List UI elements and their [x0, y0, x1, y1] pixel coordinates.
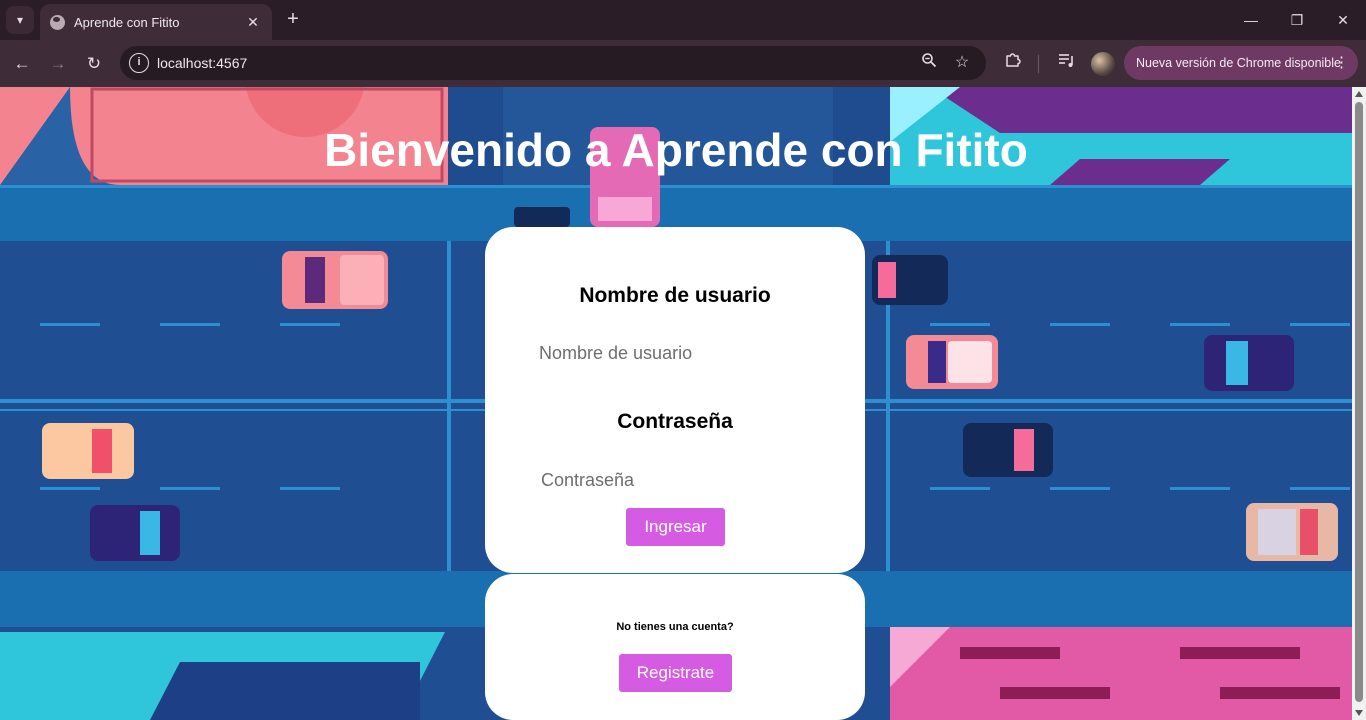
close-tab-icon[interactable]: ✕ — [244, 14, 262, 31]
tab-search-chevron-icon[interactable]: ▾ — [6, 6, 34, 34]
browser-tab[interactable]: Aprende con Fitito ✕ — [40, 4, 272, 40]
page-scrollbar[interactable] — [1352, 87, 1366, 720]
more-menu-icon[interactable]: ⋮ — [1334, 53, 1349, 71]
restore-icon[interactable]: ❐ — [1282, 8, 1312, 32]
chrome-update-button[interactable]: Nueva versión de Chrome disponible ⋮ — [1124, 46, 1358, 80]
username-label: Nombre de usuario — [579, 284, 771, 307]
extensions-puzzle-icon[interactable] — [999, 51, 1025, 77]
password-label: Contraseña — [617, 410, 733, 433]
login-button[interactable]: Ingresar — [626, 508, 725, 546]
register-button[interactable]: Registrate — [619, 654, 732, 692]
bookmark-star-icon[interactable]: ☆ — [951, 52, 973, 74]
register-prompt: No tienes una cuenta? — [616, 621, 734, 633]
browser-toolbar: ← → ↻ i localhost:4567 ☆ Nueva versión d… — [0, 40, 1366, 87]
tab-title: Aprende con Fitito — [74, 14, 180, 30]
globe-icon — [50, 14, 65, 30]
window-close-icon[interactable]: ✕ — [1328, 8, 1358, 32]
address-bar[interactable]: i localhost:4567 ☆ — [120, 46, 986, 80]
zoom-icon[interactable] — [918, 52, 940, 74]
scroll-thumb[interactable] — [1355, 102, 1363, 702]
media-controls-icon[interactable] — [1053, 51, 1079, 77]
back-arrow-icon[interactable]: ← — [9, 51, 35, 77]
scroll-up-arrow-icon[interactable] — [1355, 91, 1363, 97]
new-tab-plus-icon[interactable]: + — [282, 8, 304, 30]
password-input[interactable] — [541, 465, 841, 495]
login-card: Nombre de usuario Contraseña Ingresar — [485, 227, 865, 573]
username-input[interactable] — [539, 338, 839, 368]
minimize-icon[interactable]: — — [1236, 8, 1266, 32]
page-heading: Bienvenido a Aprende con Fitito — [324, 124, 1028, 176]
toolbar-divider — [1038, 55, 1039, 73]
reload-icon[interactable]: ↻ — [81, 51, 107, 77]
site-info-icon[interactable]: i — [129, 53, 149, 73]
forward-arrow-icon[interactable]: → — [45, 51, 71, 77]
profile-avatar[interactable] — [1091, 52, 1115, 76]
page-viewport: Bienvenido a Aprende con Fitito Nombre d… — [0, 87, 1352, 720]
scroll-down-arrow-icon[interactable] — [1355, 710, 1363, 716]
update-notice-text: Nueva versión de Chrome disponible — [1136, 56, 1341, 70]
browser-tab-bar: ▾ Aprende con Fitito ✕ + — ❐ ✕ — [0, 0, 1366, 40]
url-text[interactable]: localhost:4567 — [157, 55, 247, 71]
register-card: No tienes una cuenta? Registrate — [485, 574, 865, 720]
